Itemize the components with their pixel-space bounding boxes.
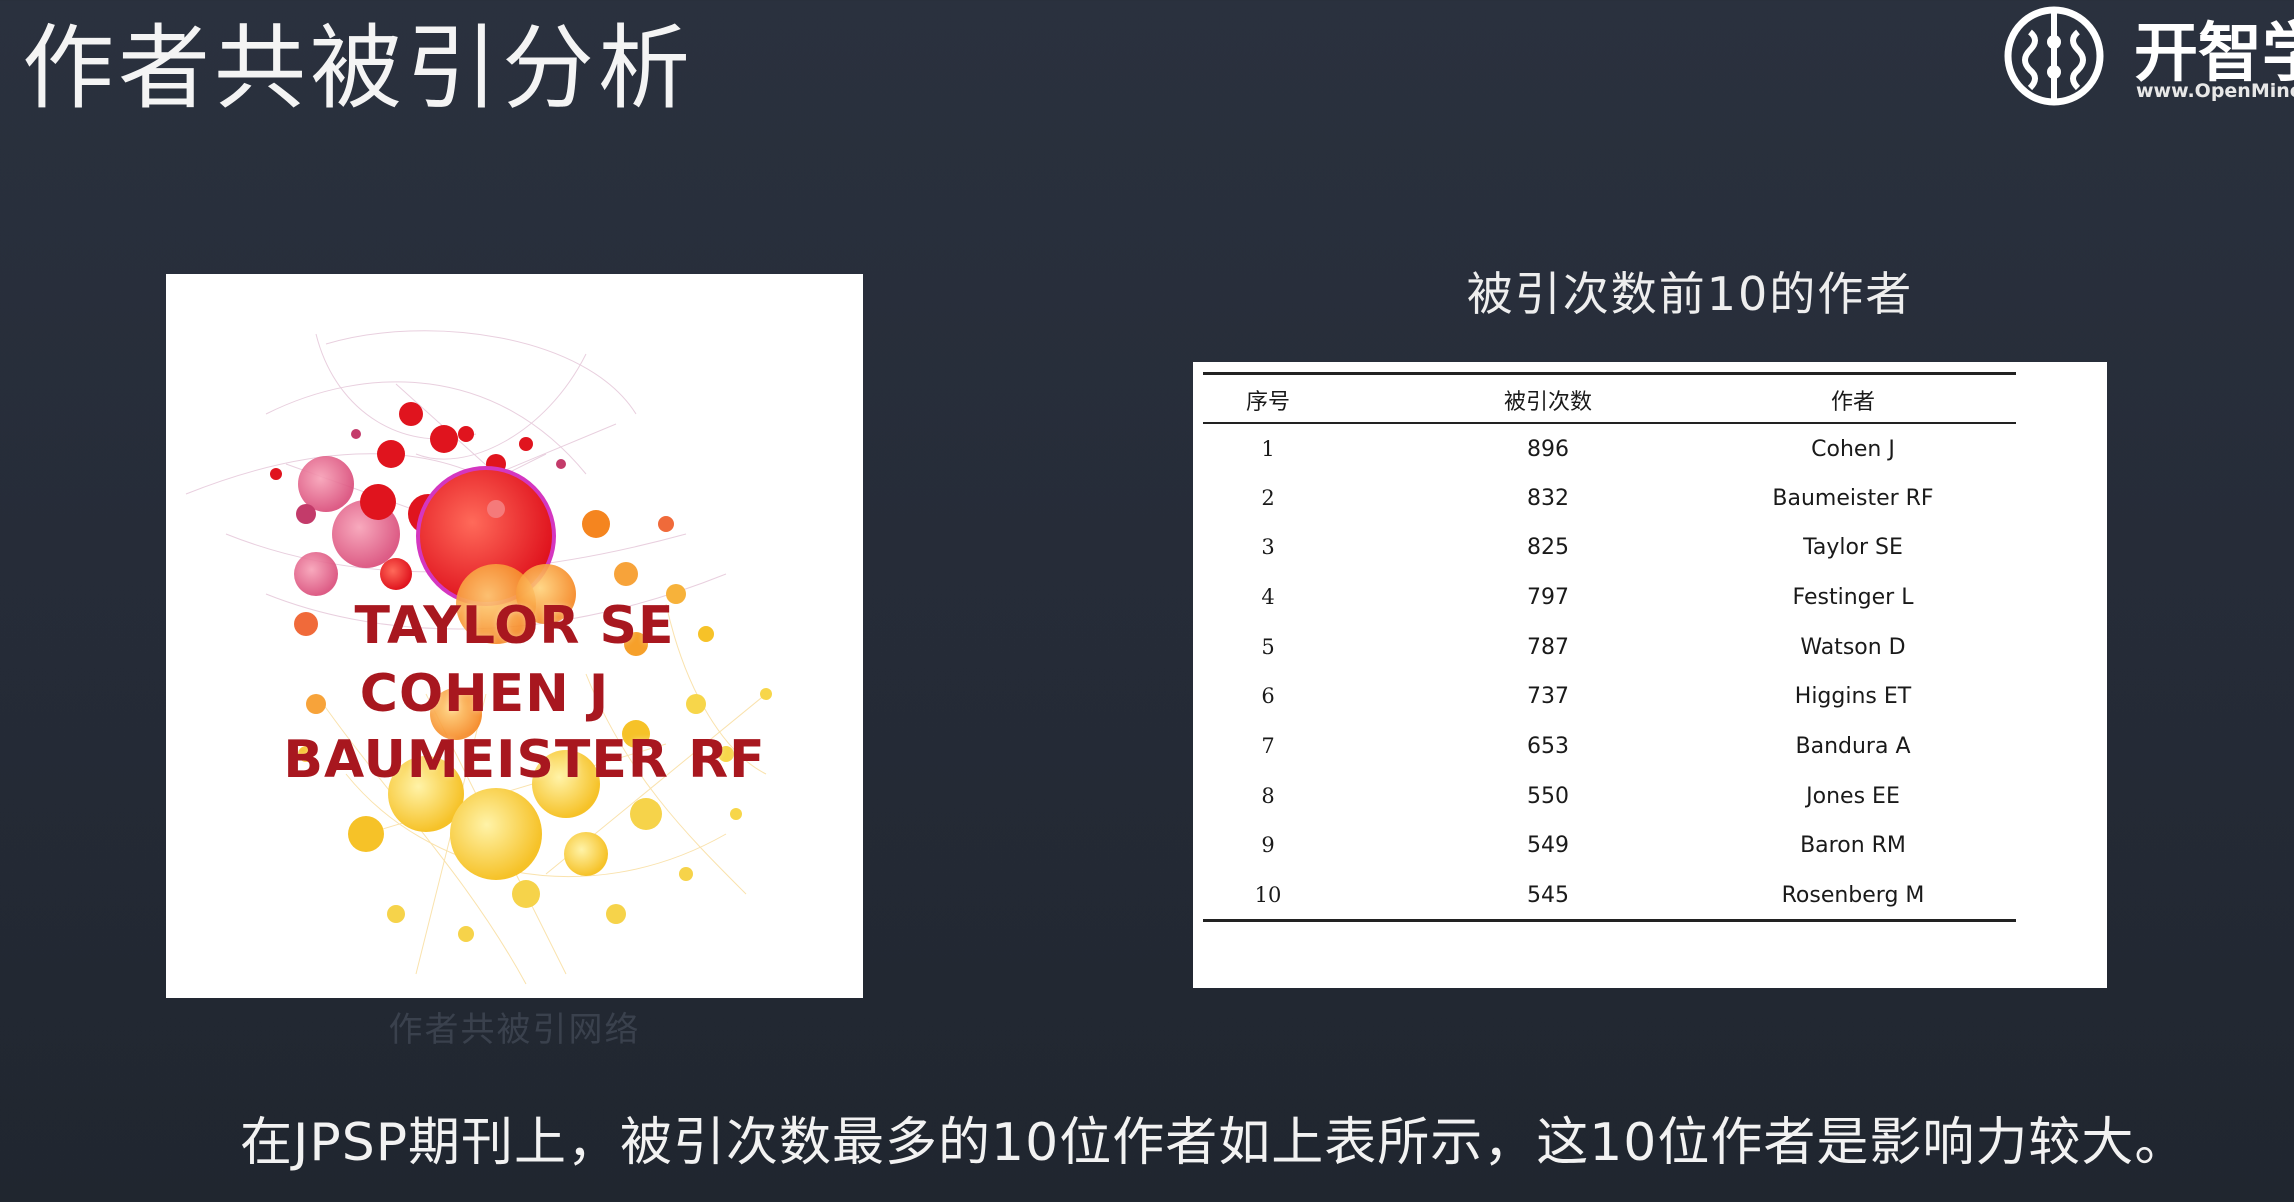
network-caption: 作者共被引网络 (388, 1010, 641, 1050)
row-count: 787 (1527, 635, 1569, 660)
brand-logo: 开智学 www.OpenMinc (1990, 0, 2294, 115)
row-rank: 10 (1254, 883, 1282, 907)
row-count: 832 (1527, 486, 1569, 511)
row-author: Bandura A (1795, 734, 1911, 759)
header-rank: 序号 (1245, 390, 1290, 415)
table-bottom-rule (1203, 919, 2016, 922)
co-citation-network-image: TAYLOR SE COHEN J BAUMEISTER RF (166, 274, 863, 998)
row-count: 797 (1527, 585, 1569, 610)
row-rank: 6 (1261, 684, 1275, 708)
brand-url: www.OpenMinc (2136, 80, 2294, 102)
row-count: 825 (1527, 535, 1569, 560)
row-rank: 1 (1261, 437, 1275, 461)
table-top-rule (1203, 372, 2016, 375)
row-count: 653 (1527, 734, 1569, 759)
row-author: Baumeister RF (1772, 486, 1934, 511)
top-authors-table: 序号 被引次数 作者 1 896 Cohen J 2 832 Baumeiste… (1193, 362, 2107, 988)
row-rank: 4 (1261, 585, 1275, 609)
table-header-rule (1203, 422, 2016, 424)
row-rank: 3 (1261, 535, 1275, 559)
header-author: 作者 (1830, 390, 1875, 415)
row-author: Baron RM (1800, 833, 1906, 858)
row-author: Taylor SE (1803, 535, 1903, 560)
slide-title: 作者共被引分析 (22, 15, 695, 122)
row-rank: 8 (1261, 784, 1275, 808)
row-rank: 7 (1261, 734, 1275, 758)
row-author: Watson D (1800, 635, 1906, 660)
slide-caption: 在JPSP期刊上，被引次数最多的10位作者如上表所示，这10位作者是影响力较大。 (240, 1113, 2188, 1173)
network-label-taylor: TAYLOR SE (354, 596, 675, 656)
row-author: Higgins ET (1794, 684, 1912, 709)
row-rank: 5 (1261, 635, 1275, 659)
row-count: 737 (1527, 684, 1569, 709)
row-count: 549 (1527, 833, 1569, 858)
row-rank: 2 (1261, 486, 1275, 510)
brain-icon (2004, 6, 2104, 106)
row-rank: 9 (1261, 833, 1275, 857)
network-label-baumeister: BAUMEISTER RF (283, 730, 766, 790)
table-title: 被引次数前10的作者 (1466, 267, 1914, 321)
row-count: 550 (1527, 784, 1569, 809)
header-citations: 被引次数 (1503, 390, 1592, 415)
row-author: Rosenberg M (1781, 883, 1925, 908)
row-author: Cohen J (1811, 437, 1895, 462)
network-label-cohen: COHEN J (359, 664, 610, 724)
row-author: Jones EE (1806, 784, 1900, 809)
row-author: Festinger L (1792, 585, 1914, 610)
row-count: 896 (1527, 437, 1569, 462)
row-count: 545 (1527, 883, 1569, 908)
